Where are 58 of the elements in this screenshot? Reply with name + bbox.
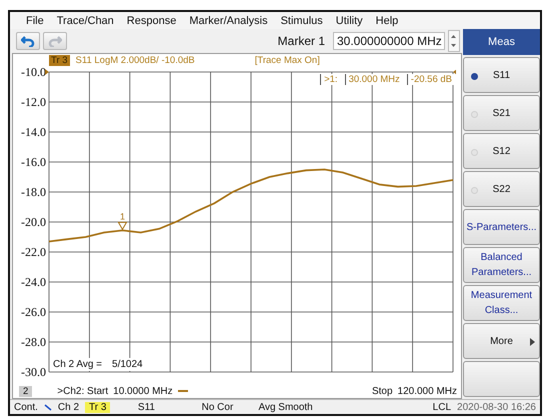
status-datetime: 2020-08-30 16:26 [457,402,536,412]
marker-label: Marker 1 [278,34,325,48]
y-axis-label: -10.0 [21,66,46,79]
menu-item[interactable]: Trace/Chan [56,14,114,26]
reference-marker-icon [45,69,49,75]
submenu-arrow-icon [530,338,535,346]
status-parameter: S11 [136,402,156,412]
y-axis-label: -12.0 [21,95,46,109]
softkey-title: Meas [463,29,540,55]
redo-icon [48,35,62,47]
marker-symbol [118,222,128,230]
trace-badge[interactable]: Tr 3 [49,54,70,66]
menu-item[interactable]: File [26,14,44,26]
undo-icon [21,35,35,47]
y-axis-label: -24.0 [21,275,46,289]
trace-format: S11 LogM 2.000dB/ -10.0dB [76,54,195,66]
status-trace: Tr 3 [85,402,110,412]
y-axis-label: -20.0 [21,215,46,229]
stop-label: Stop [372,386,393,396]
menu-item[interactable]: Response [126,14,176,26]
status-control: LCL [432,402,452,412]
y-axis-label: -16.0 [21,155,46,169]
softkey-button[interactable]: More [463,323,540,359]
trace-status: [Trace Max On] [254,54,320,66]
average-count: 5/1024 [112,359,143,370]
menu-item[interactable]: Utility [336,14,363,26]
menu-item[interactable]: Stimulus [280,14,323,26]
softkey-button[interactable]: Balanced Parameters... [463,247,540,283]
y-axis-label: -18.0 [21,185,46,199]
marker-number: 1 [120,211,125,222]
status-channel: Ch 2 [58,402,80,412]
undo-button[interactable] [16,32,40,50]
average-label: Ch 2 Avg = [53,359,102,370]
softkey-button[interactable]: Measurement Class... [463,285,540,321]
menu-item[interactable]: Help [376,14,398,26]
y-axis-label: -26.0 [21,305,46,319]
spinner-control[interactable] [448,30,460,52]
channel-number[interactable]: 2 [19,386,32,396]
stop-frequency: 120.000 MHz [398,386,457,396]
status-correction: No Cor [200,402,234,412]
marker-readout-value: -20.56 dB [406,74,455,85]
start-label: >Ch2: Start [57,386,108,396]
y-axis-label: -30.0 [21,365,46,379]
status-smoothing: Avg Smooth [258,402,313,412]
softkey-button[interactable]: S11 [463,57,540,93]
marker-value-field[interactable]: 30.000000000 MHz [333,32,445,50]
blank-softkey-button[interactable] [463,361,540,397]
softkey-button[interactable]: S-Parameters... [463,209,540,245]
menu-item[interactable]: Marker/Analysis [189,14,268,26]
softkey-button[interactable]: S21 [463,95,540,131]
sweep-icon [44,403,52,411]
sweep-mode: Cont. [14,402,38,412]
softkey-button[interactable]: S12 [463,133,540,169]
y-axis-label: -28.0 [21,335,46,349]
start-frequency: 10.0000 MHz [113,386,173,396]
y-axis-label: -22.0 [21,245,46,259]
y-axis-label: -14.0 [21,125,46,139]
softkey-button[interactable]: S22 [463,171,540,207]
